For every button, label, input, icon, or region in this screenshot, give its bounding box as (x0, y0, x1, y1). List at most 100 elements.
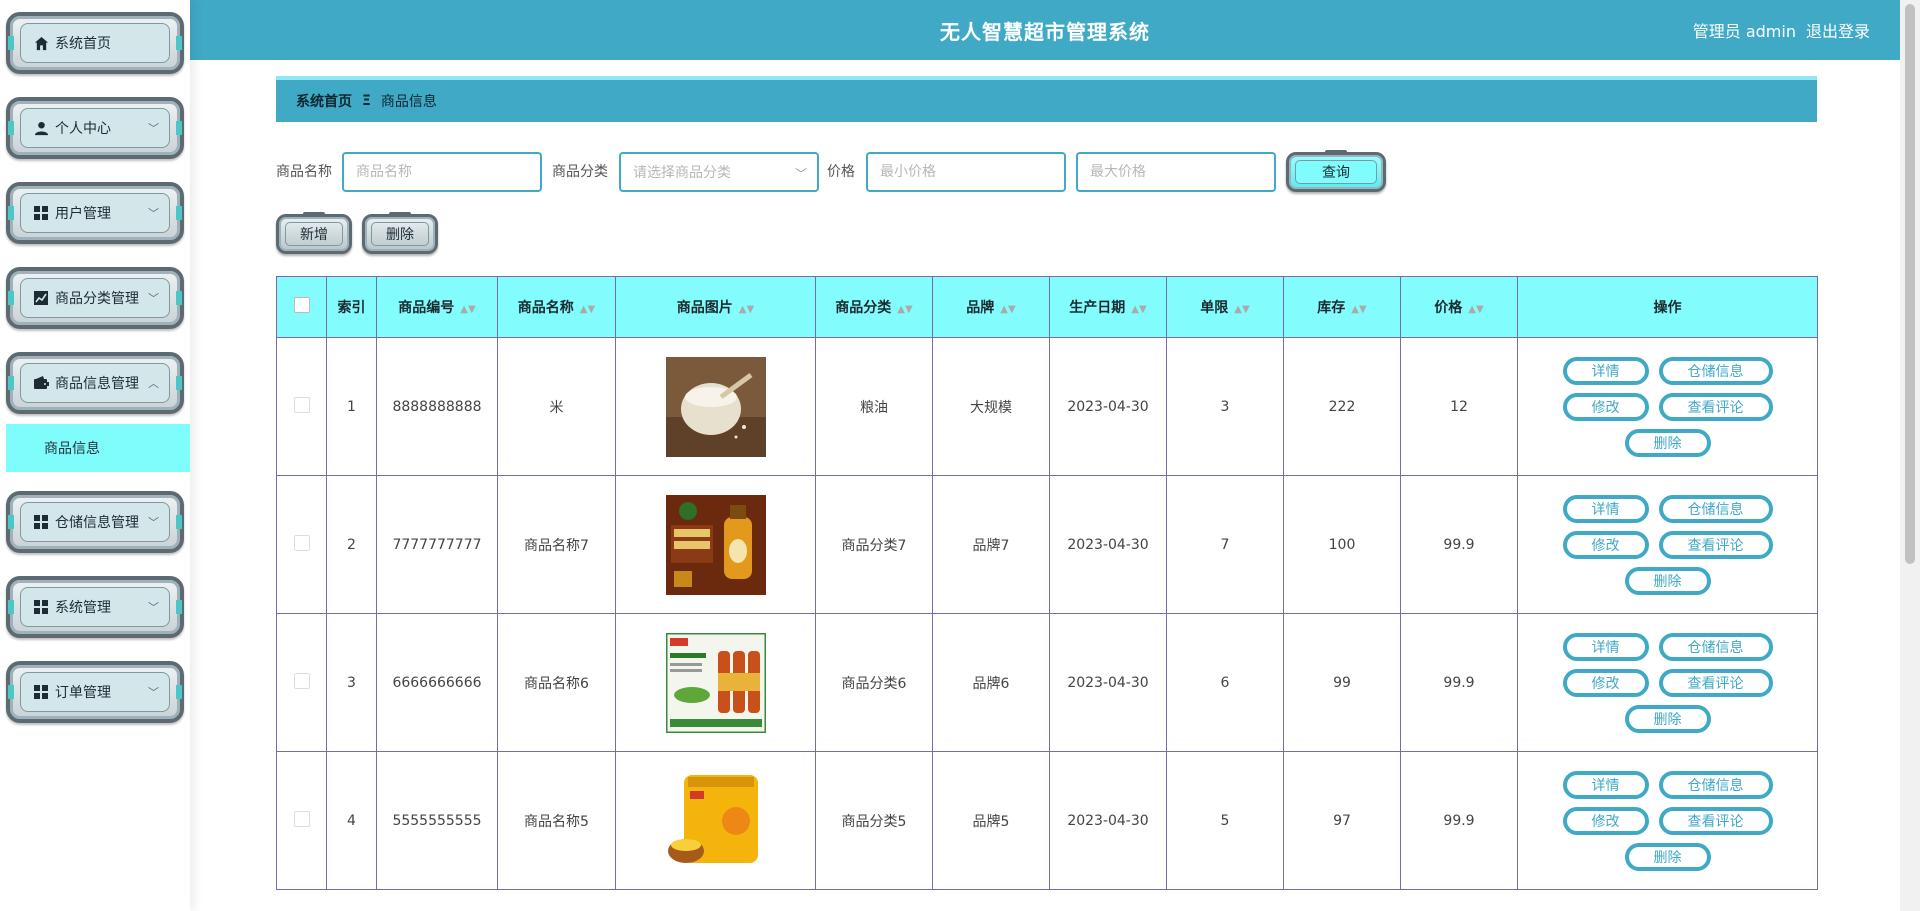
name-cell: 商品名称6 (497, 613, 616, 752)
delete-button[interactable]: 删除 (1624, 704, 1711, 733)
category-select[interactable]: 请选择商品分类 ﹀ (619, 152, 819, 192)
sidebar-item-product-management[interactable]: 商品信息管理 ︿ (6, 352, 184, 414)
view-comments-button[interactable]: 查看评论 (1658, 806, 1773, 835)
page-scrollbar[interactable] (1900, 0, 1920, 911)
edit-button[interactable]: 修改 (1562, 668, 1649, 697)
sidebar-item-label: 商品信息管理 (55, 376, 139, 392)
frame-tab (8, 376, 14, 390)
view-comments-button[interactable]: 查看评论 (1658, 392, 1773, 421)
view-comments-button[interactable]: 查看评论 (1658, 668, 1773, 697)
sidebar-item-category-management[interactable]: 商品分类管理 ﹀ (6, 267, 184, 329)
column-header[interactable]: 库存 ▲▼ (1283, 276, 1401, 338)
submenu-item-product-info[interactable]: 商品信息 (6, 424, 190, 472)
detail-button[interactable]: 详情 (1562, 770, 1649, 799)
scrollbar-thumb[interactable] (1905, 4, 1915, 564)
edit-button[interactable]: 修改 (1562, 530, 1649, 559)
sidebar-item-system-management[interactable]: 系统管理 ﹀ (6, 576, 184, 638)
sort-icon[interactable]: ▲▼ (1468, 304, 1483, 315)
sort-icon[interactable]: ▲▼ (1234, 304, 1249, 315)
row-checkbox[interactable] (293, 534, 310, 551)
sidebar-item-order-management[interactable]: 订单管理 ﹀ (6, 661, 184, 723)
sidebar-item-inner: 用户管理 ﹀ (20, 193, 170, 233)
sort-icon[interactable]: ▲▼ (1131, 304, 1146, 315)
frame-tab (176, 685, 182, 699)
sidebar-item-personal-center[interactable]: 个人中心 ﹀ (6, 97, 184, 159)
storage-info-button[interactable]: 仓储信息 (1658, 494, 1773, 523)
logout-link[interactable]: 退出登录 (1806, 18, 1870, 42)
top-header: 无人智慧超市管理系统 管理员 admin 退出登录 (190, 0, 1900, 60)
price-cell: 12 (1400, 337, 1518, 476)
chart-icon (33, 290, 49, 306)
column-header[interactable]: 商品名称 ▲▼ (497, 276, 616, 338)
sort-icon[interactable]: ▲▼ (1000, 304, 1015, 315)
detail-button[interactable]: 详情 (1562, 356, 1649, 385)
select-all-checkbox[interactable] (293, 297, 310, 313)
column-header[interactable]: 价格 ▲▼ (1400, 276, 1518, 338)
query-button[interactable]: 查询 (1286, 150, 1386, 192)
chevron-down-icon: ﹀ (148, 207, 159, 220)
rice-image (665, 356, 766, 457)
index-cell: 4 (326, 751, 377, 890)
column-label: 操作 (1653, 300, 1682, 316)
current-user: 管理员 admin (1692, 22, 1796, 41)
detail-button[interactable]: 详情 (1562, 494, 1649, 523)
sort-icon[interactable]: ▲▼ (739, 304, 754, 315)
add-button[interactable]: 新增 (276, 212, 352, 254)
sort-icon[interactable]: ▲▼ (460, 304, 475, 315)
batch-delete-button[interactable]: 删除 (362, 212, 438, 254)
column-header[interactable]: 品牌 ▲▼ (932, 276, 1050, 338)
operations-cell: 详情 仓储信息 修改 查看评论 删除 (1517, 475, 1818, 614)
delete-button[interactable]: 删除 (1624, 428, 1711, 457)
oil-bottle-image (665, 494, 766, 595)
sort-icon[interactable]: ▲▼ (580, 304, 595, 315)
chevron-down-icon: ﹀ (148, 516, 159, 529)
row-checkbox[interactable] (293, 396, 310, 413)
frame-tab (176, 600, 182, 614)
sidebar-item-user-management[interactable]: 用户管理 ﹀ (6, 182, 184, 244)
breadcrumb-home[interactable]: 系统首页 (296, 91, 352, 111)
storage-info-button[interactable]: 仓储信息 (1658, 770, 1773, 799)
sidebar-item-inner: 商品信息管理 ︿ (20, 363, 170, 403)
operations-cell: 详情 仓储信息 修改 查看评论 删除 (1517, 613, 1818, 752)
column-header[interactable]: 生产日期 ▲▼ (1049, 276, 1167, 338)
sidebar-item-home[interactable]: 系统首页 (6, 12, 184, 74)
column-header[interactable]: 商品编号 ▲▼ (376, 276, 498, 338)
name-cell: 商品名称5 (497, 751, 616, 890)
operations-cell: 详情 仓储信息 修改 查看评论 删除 (1517, 337, 1818, 476)
max-price-input[interactable] (1076, 152, 1276, 192)
sidebar-item-inner: 商品分类管理 ﹀ (20, 278, 170, 318)
edit-button[interactable]: 修改 (1562, 806, 1649, 835)
storage-info-button[interactable]: 仓储信息 (1658, 356, 1773, 385)
column-header[interactable]: 商品分类 ▲▼ (815, 276, 933, 338)
limit-cell: 7 (1166, 475, 1284, 614)
column-label: 品牌 (966, 300, 995, 316)
detail-button[interactable]: 详情 (1562, 632, 1649, 661)
code-cell: 7777777777 (376, 475, 498, 614)
column-header[interactable]: 单限 ▲▼ (1166, 276, 1284, 338)
frame-tab (176, 376, 182, 390)
row-checkbox[interactable] (293, 672, 310, 689)
chevron-down-icon: ﹀ (148, 686, 159, 699)
view-comments-button[interactable]: 查看评论 (1658, 530, 1773, 559)
breadcrumb: 系统首页 Ξ 商品信息 (276, 76, 1817, 122)
frame-tab (176, 515, 182, 529)
column-label: 商品名称 (517, 300, 574, 316)
sidebar-item-storage-management[interactable]: 仓储信息管理 ﹀ (6, 491, 184, 553)
category-cell: 粮油 (815, 337, 933, 476)
edit-button[interactable]: 修改 (1562, 392, 1649, 421)
delete-button[interactable]: 删除 (1624, 842, 1711, 871)
product-name-input[interactable] (342, 152, 542, 192)
min-price-input[interactable] (866, 152, 1066, 192)
row-checkbox[interactable] (293, 810, 310, 827)
chevron-up-icon: ︿ (148, 377, 159, 390)
sort-icon[interactable]: ▲▼ (1351, 304, 1366, 315)
storage-info-button[interactable]: 仓储信息 (1658, 632, 1773, 661)
date-cell: 2023-04-30 (1049, 751, 1167, 890)
delete-button[interactable]: 删除 (1624, 566, 1711, 595)
select-cell (276, 613, 327, 752)
column-header[interactable]: 商品图片 ▲▼ (615, 276, 816, 338)
brand-cell: 大规模 (932, 337, 1050, 476)
sort-icon[interactable]: ▲▼ (897, 304, 912, 315)
chevron-down-icon: ﹀ (794, 167, 807, 181)
date-cell: 2023-04-30 (1049, 475, 1167, 614)
